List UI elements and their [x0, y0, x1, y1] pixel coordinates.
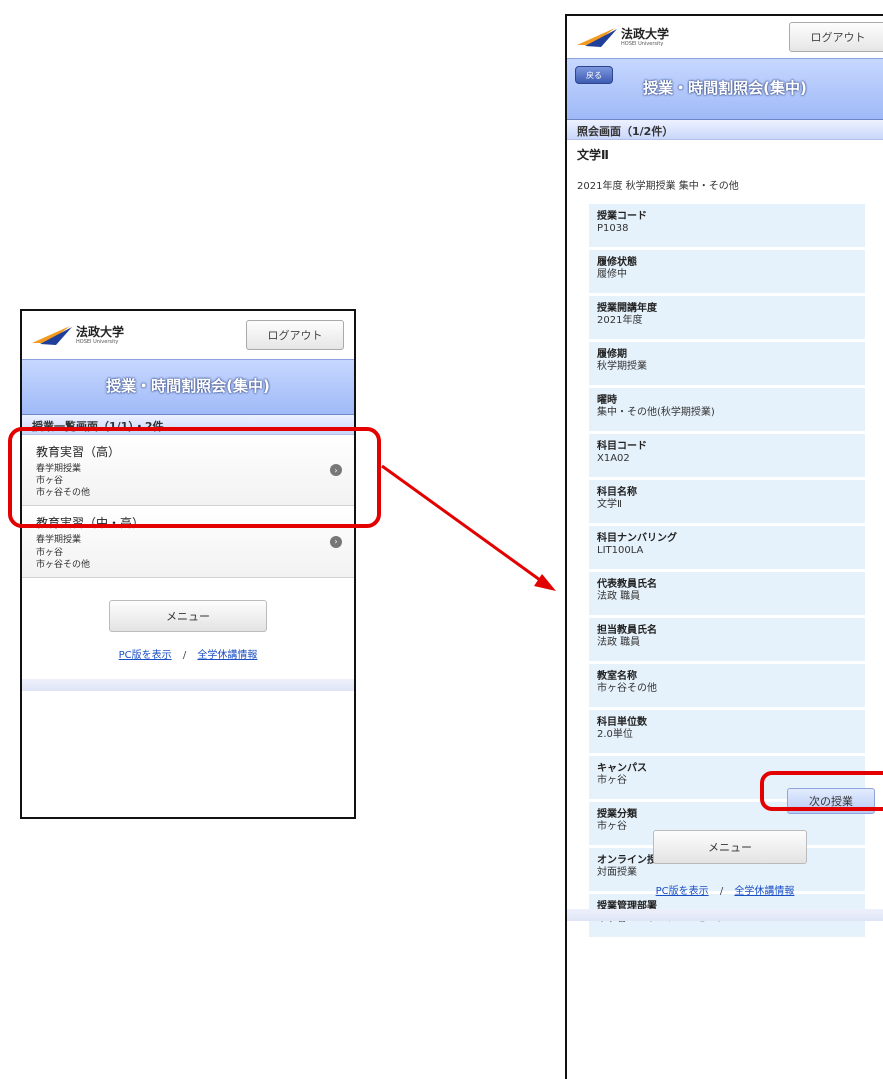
field-value: 文学Ⅱ: [597, 499, 622, 510]
logo-name-en: HOSEI University: [76, 338, 119, 345]
field-label: 科目コード: [597, 441, 647, 452]
detail-screen: 法政大学 HOSEI University ログアウト 戻る 授業・時間割照会(…: [565, 14, 883, 1079]
field-value: 2021年度: [597, 315, 643, 326]
pc-version-link[interactable]: PC版を表示: [119, 650, 172, 661]
page-title: 授業・時間割照会(集中): [643, 79, 807, 98]
field-label: 科目ナンバリング: [597, 533, 677, 544]
field-label: 授業コード: [597, 211, 647, 222]
detail-field: 科目ナンバリング LIT100LA: [589, 526, 865, 572]
detail-field: 担当教員氏名 法政 職員: [589, 618, 865, 664]
logo-name-jp: 法政大学: [621, 26, 670, 41]
footer-links: PC版を表示 / 全学休講情報: [567, 882, 883, 897]
list-screen: 法政大学 HOSEI University ログアウト 授業・時間割照会(集中)…: [20, 309, 356, 819]
detail-field: 科目名称 文学Ⅱ: [589, 480, 865, 526]
highlight-box-next-button: [760, 771, 883, 811]
field-label: 科目単位数: [597, 717, 647, 728]
field-label: 教室名称: [597, 671, 637, 682]
field-value: 法政 職員: [597, 637, 641, 648]
field-value: 履修中: [597, 269, 627, 280]
field-label: 履修期: [597, 349, 627, 360]
pc-version-link[interactable]: PC版を表示: [656, 886, 709, 897]
footer-links: PC版を表示 / 全学休講情報: [22, 646, 354, 661]
detail-field: 科目コード X1A02: [589, 434, 865, 480]
field-value: 対面授業: [597, 867, 637, 878]
footer-bar: [567, 909, 883, 921]
list-item-term: 春学期授業: [36, 535, 82, 546]
section-bar: 照会画面（1/2件）: [567, 120, 883, 140]
course-name: 文学Ⅱ: [577, 148, 609, 162]
logout-button[interactable]: ログアウト: [246, 320, 344, 350]
field-label: 代表教員氏名: [597, 579, 657, 590]
field-label: 授業開講年度: [597, 303, 657, 314]
field-value: 市ヶ谷その他: [597, 683, 657, 694]
field-value: 法政 職員: [597, 591, 641, 602]
footer-bar: [22, 678, 354, 691]
app-header: 法政大学 HOSEI University ログアウト: [22, 311, 354, 359]
detail-field: 代表教員氏名 法政 職員: [589, 572, 865, 618]
list-item-room: 市ヶ谷その他: [36, 559, 91, 570]
menu-button[interactable]: メニュー: [109, 599, 267, 632]
detail-field: 履修状態 履修中: [589, 250, 865, 296]
hosei-logo-icon: [32, 326, 72, 345]
field-label: 科目名称: [597, 487, 637, 498]
holiday-info-link[interactable]: 全学休講情報: [734, 886, 794, 897]
detail-field: 科目単位数 2.0単位: [589, 710, 865, 756]
highlight-box-list-item: [8, 427, 381, 528]
link-separator: /: [719, 886, 724, 897]
detail-field: 教室名称 市ヶ谷その他: [589, 664, 865, 710]
app-header: 法政大学 HOSEI University ログアウト: [567, 16, 883, 58]
logo-name-jp: 法政大学: [76, 324, 125, 339]
field-value: LIT100LA: [597, 545, 644, 556]
field-label: 担当教員氏名: [597, 625, 657, 636]
field-value: P1038: [597, 223, 629, 234]
detail-field: 授業開講年度 2021年度: [589, 296, 865, 342]
field-value: X1A02: [597, 453, 630, 464]
field-label: 曜時: [597, 395, 617, 406]
page-title: 授業・時間割照会(集中): [106, 377, 270, 396]
detail-field: 履修期 秋学期授業: [589, 342, 865, 388]
hosei-logo-icon: [577, 28, 617, 47]
menu-button[interactable]: メニュー: [653, 830, 807, 864]
field-value: 2.0単位: [597, 729, 633, 740]
chevron-right-icon: ›: [330, 535, 342, 548]
detail-field: 曜時 集中・その他(秋学期授業): [589, 388, 865, 434]
holiday-info-link[interactable]: 全学休講情報: [197, 650, 257, 661]
field-value: 集中・その他(秋学期授業): [597, 407, 715, 418]
list-item-campus: 市ヶ谷: [36, 547, 64, 558]
title-bar: 授業・時間割照会(集中): [22, 359, 354, 415]
back-button[interactable]: 戻る: [575, 66, 613, 84]
term-line: 2021年度 秋学期授業 集中・その他: [577, 181, 739, 192]
field-label: 履修状態: [597, 257, 637, 268]
title-bar: 戻る 授業・時間割照会(集中): [567, 58, 883, 120]
hosei-logo: 法政大学 HOSEI University: [575, 25, 669, 49]
field-value: 秋学期授業: [597, 361, 647, 372]
logo-name-en: HOSEI University: [621, 40, 664, 47]
detail-field: 授業コード P1038: [589, 204, 865, 250]
link-separator: /: [182, 649, 187, 661]
hosei-logo: 法政大学 HOSEI University: [30, 323, 124, 347]
logout-button[interactable]: ログアウト: [789, 22, 883, 52]
